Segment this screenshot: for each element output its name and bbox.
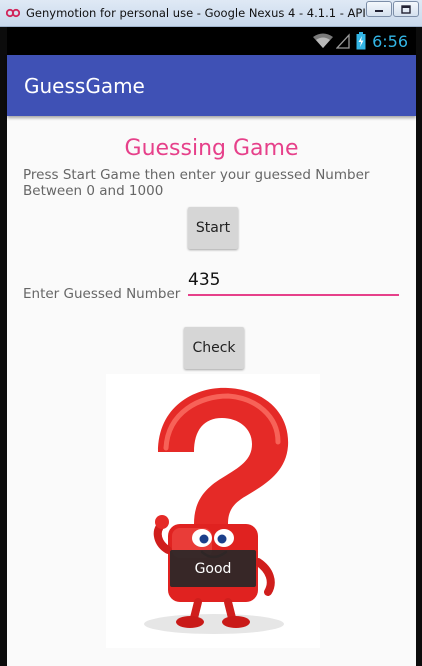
battery-charging-icon (356, 32, 366, 50)
minimize-button[interactable] (366, 1, 392, 17)
main-content: Guessing Game Press Start Game then ente… (7, 116, 416, 666)
guess-label: Enter Guessed Number (23, 286, 181, 302)
window-titlebar: Genymotion for personal use - Google Nex… (0, 0, 422, 27)
action-bar: GuessGame (7, 55, 416, 116)
page-title: Guessing Game (124, 136, 299, 161)
maximize-button[interactable] (393, 1, 419, 17)
status-time: 6:56 (372, 31, 408, 51)
wifi-icon (313, 33, 334, 48)
window-title: Genymotion for personal use - Google Nex… (26, 6, 366, 20)
screen: Genymotion for personal use - Google Nex… (0, 0, 422, 666)
instructions-text: Press Start Game then enter your guessed… (23, 167, 370, 199)
minimize-icon (375, 10, 383, 12)
emulator-frame-right (416, 27, 422, 666)
toast-message: Good (170, 550, 256, 587)
emulator-frame-left (0, 27, 7, 666)
check-button[interactable]: Check (184, 327, 244, 369)
question-mark-character-icon (106, 374, 320, 648)
genymotion-icon (6, 8, 20, 18)
guess-input[interactable] (188, 266, 399, 296)
status-icons: 6:56 (312, 32, 408, 51)
status-bar: 6:56 (7, 27, 416, 55)
app-title: GuessGame (24, 73, 145, 98)
signal-icon (336, 33, 350, 49)
maximize-icon (401, 4, 411, 14)
window-controls (365, 1, 419, 17)
start-button[interactable]: Start (188, 207, 238, 249)
